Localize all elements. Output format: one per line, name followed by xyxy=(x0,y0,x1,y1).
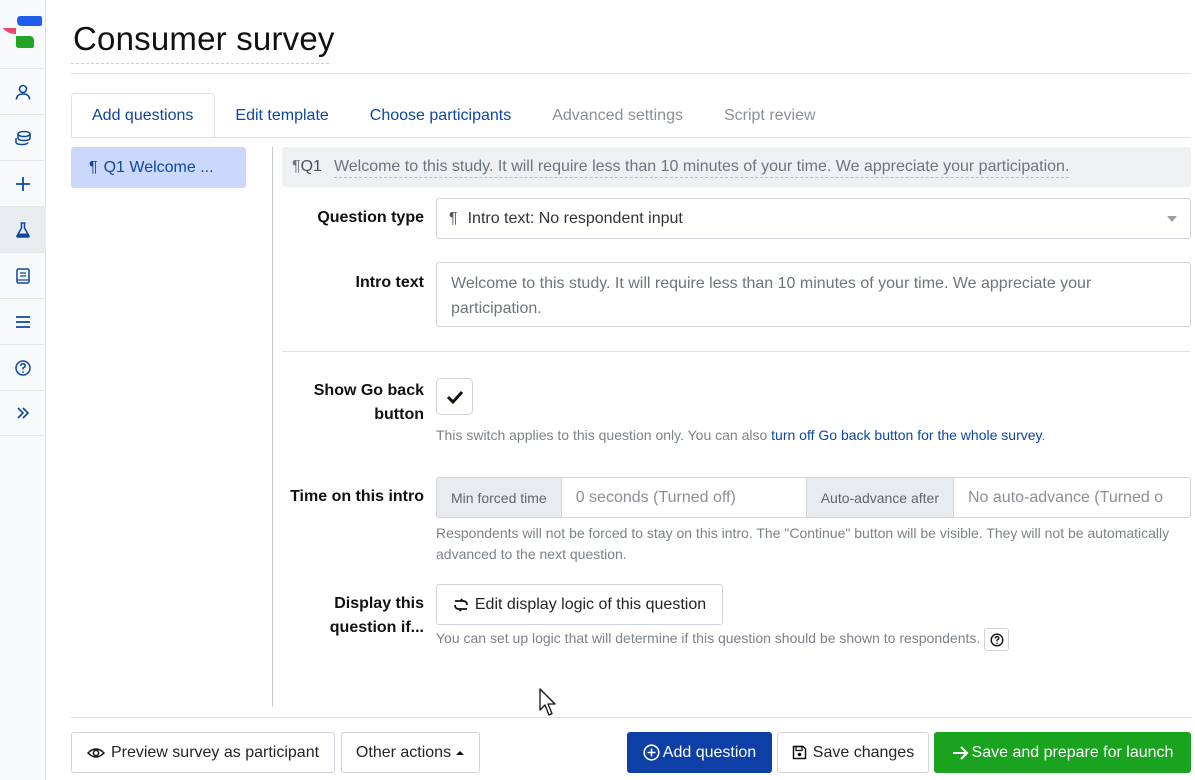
display-label-line2: question if... xyxy=(329,619,424,636)
question-type-select[interactable]: ¶ Intro text: No respondent input xyxy=(436,198,1191,239)
auto-advance-addon: Auto-advance after xyxy=(806,478,954,517)
sidebar-item-account[interactable] xyxy=(0,68,46,114)
intro-text-label: Intro text xyxy=(355,274,424,291)
sidebar-item-credits[interactable] xyxy=(0,114,46,160)
tabs-divider xyxy=(71,137,1191,138)
go-back-label: Show Go back button xyxy=(314,379,424,427)
eye-icon xyxy=(86,747,105,758)
display-logic-label: Display this question if... xyxy=(330,592,424,640)
app-logo[interactable] xyxy=(0,14,46,52)
coins-icon xyxy=(15,130,31,145)
sidebar-item-list[interactable] xyxy=(0,298,46,344)
sidebar-item-docs[interactable] xyxy=(0,252,46,298)
plus-icon xyxy=(16,176,30,191)
chevrons-right-icon xyxy=(17,407,30,419)
book-icon xyxy=(16,267,30,284)
other-actions-label: Other actions xyxy=(355,743,452,761)
question-number: Q1 xyxy=(300,158,322,175)
logic-icon xyxy=(453,597,468,612)
save-changes-label: Save changes xyxy=(812,743,915,761)
go-back-help-text: This switch applies to this question onl… xyxy=(436,427,772,443)
sidebar-expand[interactable] xyxy=(0,390,46,436)
go-back-help-end: . xyxy=(1041,427,1046,443)
paragraph-icon: ¶ xyxy=(449,209,458,227)
edit-display-logic-button[interactable]: Edit display logic of this question xyxy=(436,584,723,625)
question-list-label: Q1 Welcome ... xyxy=(103,158,214,176)
add-question-label: Add question xyxy=(662,743,757,761)
question-type-value: Intro text: No respondent input xyxy=(467,209,683,227)
user-icon xyxy=(15,84,31,100)
save-and-launch-button[interactable]: Save and prepare for launch xyxy=(934,732,1191,773)
tab-edit-template[interactable]: Edit template xyxy=(215,93,349,138)
time-input-group: Min forced time 0 seconds (Turned off) A… xyxy=(436,477,1191,518)
help-question-icon[interactable] xyxy=(984,628,1010,651)
min-forced-time-input[interactable]: 0 seconds (Turned off) xyxy=(562,478,807,517)
question-header-text[interactable]: Welcome to this study. It will require l… xyxy=(333,157,1070,178)
list-icon xyxy=(16,315,30,328)
preview-survey-label: Preview survey as participant xyxy=(110,743,320,761)
question-header: ¶ Q1 Welcome to this study. It will requ… xyxy=(282,147,1191,187)
arrow-right-icon xyxy=(952,745,968,760)
time-on-intro-label: Time on this intro xyxy=(290,488,424,505)
panel-divider xyxy=(272,147,273,707)
sidebar-item-new[interactable] xyxy=(0,160,46,206)
title-underline xyxy=(71,63,329,64)
display-help-text: You can set up logic that will determine… xyxy=(436,630,981,647)
sidebar xyxy=(0,0,46,780)
turn-off-go-back-link[interactable]: turn off Go back button for the whole su… xyxy=(771,427,1041,443)
caret-down-icon xyxy=(1167,216,1177,222)
tab-bar: Add questions Edit template Choose parti… xyxy=(71,93,837,138)
section-divider xyxy=(282,351,1191,352)
question-type-label: Question type xyxy=(317,209,424,226)
page-title[interactable]: Consumer survey xyxy=(73,20,335,58)
checkmark-icon xyxy=(446,390,463,404)
question-circle-icon xyxy=(15,359,31,376)
min-forced-time-addon: Min forced time xyxy=(437,478,562,517)
header-divider xyxy=(71,73,1191,74)
save-and-launch-label: Save and prepare for launch xyxy=(971,743,1174,761)
mouse-cursor-icon xyxy=(539,688,556,716)
plus-circle-icon xyxy=(643,744,660,761)
save-icon xyxy=(792,745,807,760)
edit-display-logic-label: Edit display logic of this question xyxy=(474,595,707,613)
sidebar-item-help[interactable] xyxy=(0,344,46,390)
display-label-line1: Display this xyxy=(334,595,424,612)
question-list-item[interactable]: ¶ Q1 Welcome ... xyxy=(71,147,246,188)
tab-script-review: Script review xyxy=(723,106,816,124)
tab-add-questions[interactable]: Add questions xyxy=(71,93,216,138)
footer-divider xyxy=(71,717,1191,718)
auto-advance-input[interactable]: No auto-advance (Turned o xyxy=(954,478,1190,517)
add-question-button[interactable]: Add question xyxy=(627,732,772,773)
go-back-help: This switch applies to this question onl… xyxy=(436,425,1045,446)
save-changes-button[interactable]: Save changes xyxy=(777,732,929,773)
caret-up-icon xyxy=(456,750,465,755)
tab-choose-participants[interactable]: Choose participants xyxy=(350,93,532,138)
go-back-label-line1: Show Go back xyxy=(313,382,424,399)
time-help-text: Respondents will not be forced to stay o… xyxy=(436,525,1170,562)
go-back-label-line2: button xyxy=(374,406,424,423)
preview-survey-button[interactable]: Preview survey as participant xyxy=(71,732,335,773)
sidebar-item-studies[interactable] xyxy=(0,206,46,252)
display-help: You can set up logic that will determine… xyxy=(436,628,1010,651)
other-actions-button[interactable]: Other actions xyxy=(341,732,480,773)
paragraph-icon: ¶ xyxy=(89,158,98,176)
paragraph-icon: ¶ xyxy=(292,158,301,175)
intro-text-field[interactable]: Welcome to this study. It will require l… xyxy=(436,262,1191,327)
go-back-checkbox[interactable] xyxy=(436,378,473,415)
flask-icon xyxy=(16,221,30,238)
tab-advanced-settings: Advanced settings xyxy=(552,106,683,124)
